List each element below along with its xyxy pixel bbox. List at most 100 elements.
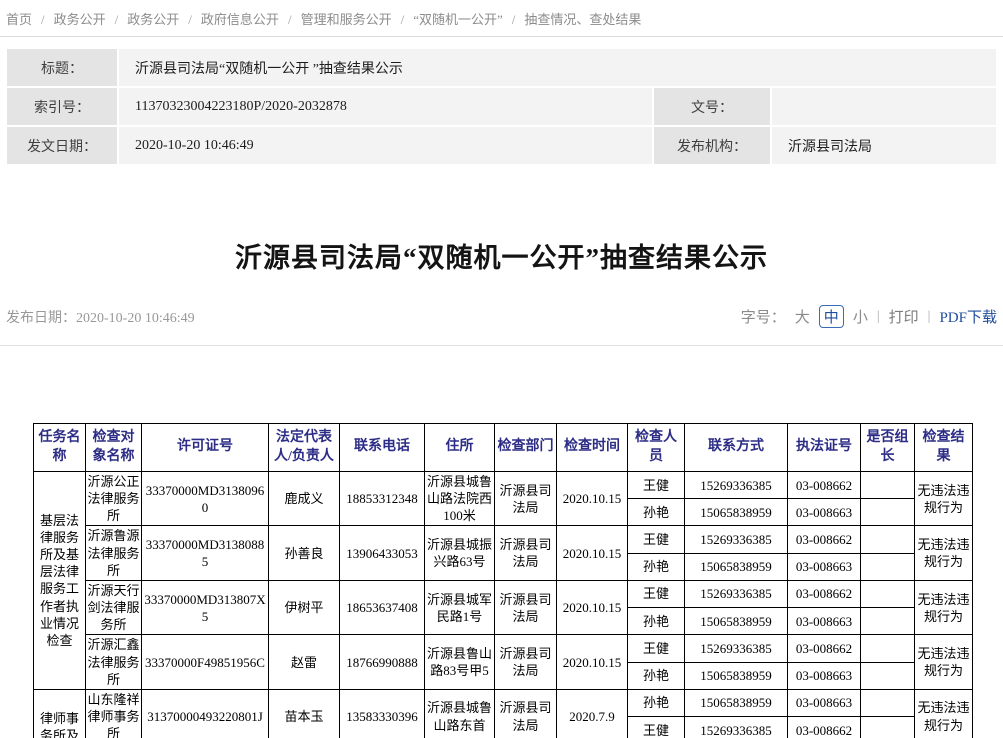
cell-inspector-name: 王健 bbox=[628, 580, 685, 607]
cell-inspect-date: 2020.10.15 bbox=[557, 580, 628, 634]
cell-is-leader bbox=[861, 553, 915, 580]
column-header: 联系电话 bbox=[340, 424, 425, 472]
cell-inspector-name: 王健 bbox=[628, 635, 685, 662]
cell-inspector-name: 孙艳 bbox=[628, 689, 685, 716]
fontsize-small-button[interactable]: 小 bbox=[853, 306, 868, 327]
header-row: 任务名称检查对象名称许可证号法定代表人/负责人联系电话住所检查部门检查时间检查人… bbox=[34, 424, 973, 472]
publish-date-label: 发布日期： bbox=[6, 311, 76, 326]
column-header: 住所 bbox=[425, 424, 495, 472]
toolbar-divider: | bbox=[928, 309, 931, 325]
cell-inspector-name: 孙艳 bbox=[628, 608, 685, 635]
cell-inspector-cert: 03-008662 bbox=[788, 635, 861, 662]
breadcrumb-item[interactable]: 抽查情况、查处结果 bbox=[524, 12, 641, 27]
breadcrumb-separator: / bbox=[188, 12, 192, 27]
breadcrumb-item[interactable]: 政府信息公开 bbox=[201, 12, 279, 27]
cell-inspect-result: 无违法违规行为 bbox=[915, 635, 973, 689]
cell-inspect-result: 无违法违规行为 bbox=[915, 689, 973, 738]
column-header: 任务名称 bbox=[34, 424, 86, 472]
page-title: 沂源县司法局“双随机一公开”抽查结果公示 bbox=[0, 236, 1003, 275]
cell-inspector-contact: 15269336385 bbox=[685, 472, 788, 499]
inspection-results-table: 任务名称检查对象名称许可证号法定代表人/负责人联系电话住所检查部门检查时间检查人… bbox=[33, 423, 973, 738]
breadcrumb-separator: / bbox=[115, 12, 119, 27]
column-header: 许可证号 bbox=[142, 424, 269, 472]
meta-value-index: 11370323004223180P/2020-2032878 bbox=[119, 88, 652, 125]
cell-is-leader bbox=[861, 526, 915, 553]
breadcrumb-item[interactable]: 政务公开 bbox=[54, 12, 106, 27]
fontsize-label: 字号： bbox=[741, 306, 786, 327]
fontsize-large-button[interactable]: 大 bbox=[795, 306, 810, 327]
toolbar: 字号： 大 中 小 | 打印 | PDF下载 bbox=[741, 305, 997, 328]
breadcrumb: 首页/政务公开/政务公开/政府信息公开/管理和服务公开/“双随机一公开”/抽查情… bbox=[0, 0, 1003, 37]
cell-inspector-name: 王健 bbox=[628, 526, 685, 553]
print-button[interactable]: 打印 bbox=[889, 306, 919, 327]
meta-label-title: 标题： bbox=[7, 49, 117, 86]
meta-label-docno: 文号： bbox=[654, 88, 770, 125]
cell-inspector-contact: 15269336385 bbox=[685, 580, 788, 607]
cell-phone: 13906433053 bbox=[340, 526, 425, 580]
pdf-download-button[interactable]: PDF下载 bbox=[939, 306, 997, 327]
column-header: 检查时间 bbox=[557, 424, 628, 472]
meta-label-org: 发布机构： bbox=[654, 127, 770, 164]
publish-row: 发布日期：2020-10-20 10:46:49 字号： 大 中 小 | 打印 … bbox=[6, 305, 997, 328]
meta-value-date: 2020-10-20 10:46:49 bbox=[119, 127, 652, 164]
column-header: 执法证号 bbox=[788, 424, 861, 472]
cell-inspector-name: 孙艳 bbox=[628, 662, 685, 689]
column-header: 检查人员 bbox=[628, 424, 685, 472]
cell-inspector-contact: 15065838959 bbox=[685, 689, 788, 716]
cell-inspector-contact: 15065838959 bbox=[685, 662, 788, 689]
publish-date-value: 2020-10-20 10:46:49 bbox=[76, 311, 195, 326]
cell-inspector-cert: 03-008662 bbox=[788, 717, 861, 738]
meta-info-table: 标题： 沂源县司法局“双随机一公开 ”抽查结果公示 索引号： 113703230… bbox=[5, 47, 998, 166]
breadcrumb-item[interactable]: 管理和服务公开 bbox=[301, 12, 392, 27]
cell-inspector-cert: 03-008662 bbox=[788, 526, 861, 553]
cell-license-number: 33370000MD313807X5 bbox=[142, 580, 269, 634]
cell-is-leader bbox=[861, 662, 915, 689]
breadcrumb-item[interactable]: 首页 bbox=[6, 12, 32, 27]
toolbar-divider: | bbox=[877, 309, 880, 325]
cell-inspector-cert: 03-008663 bbox=[788, 662, 861, 689]
cell-inspect-result: 无违法违规行为 bbox=[915, 580, 973, 634]
breadcrumb-separator: / bbox=[401, 12, 405, 27]
cell-legal-representative: 苗本玉 bbox=[269, 689, 340, 738]
cell-inspector-contact: 15269336385 bbox=[685, 526, 788, 553]
cell-inspector-contact: 15269336385 bbox=[685, 635, 788, 662]
cell-object-name: 沂源天行剑法律服务所 bbox=[86, 580, 142, 634]
meta-label-date: 发文日期： bbox=[7, 127, 117, 164]
cell-inspector-contact: 15065838959 bbox=[685, 553, 788, 580]
cell-phone: 13583330396 bbox=[340, 689, 425, 738]
table-row: 沂源鲁源法律服务所33370000MD31380885孙善良1390643305… bbox=[34, 526, 973, 553]
column-header: 检查部门 bbox=[495, 424, 557, 472]
cell-inspect-department: 沂源县司法局 bbox=[495, 580, 557, 634]
cell-inspector-name: 孙艳 bbox=[628, 553, 685, 580]
cell-inspect-date: 2020.10.15 bbox=[557, 472, 628, 526]
cell-inspector-name: 王健 bbox=[628, 717, 685, 738]
cell-phone: 18853312348 bbox=[340, 472, 425, 526]
cell-object-name: 沂源汇鑫法律服务所 bbox=[86, 635, 142, 689]
cell-address: 沂源县城振兴路63号 bbox=[425, 526, 495, 580]
cell-phone: 18653637408 bbox=[340, 580, 425, 634]
column-header: 检查结果 bbox=[915, 424, 973, 472]
cell-address: 沂源县城鲁山路法院西100米 bbox=[425, 472, 495, 526]
cell-inspector-contact: 15269336385 bbox=[685, 717, 788, 738]
fontsize-medium-button[interactable]: 中 bbox=[819, 305, 844, 328]
cell-inspector-cert: 03-008663 bbox=[788, 499, 861, 526]
cell-object-name: 沂源公正法律服务所 bbox=[86, 472, 142, 526]
breadcrumb-item[interactable]: 政务公开 bbox=[127, 12, 179, 27]
cell-inspector-cert: 03-008662 bbox=[788, 580, 861, 607]
publish-date: 发布日期：2020-10-20 10:46:49 bbox=[6, 307, 195, 327]
cell-address: 沂源县城军民路1号 bbox=[425, 580, 495, 634]
cell-legal-representative: 鹿成义 bbox=[269, 472, 340, 526]
cell-legal-representative: 赵雷 bbox=[269, 635, 340, 689]
cell-license-number: 33370000F49851956C bbox=[142, 635, 269, 689]
meta-value-docno bbox=[772, 88, 996, 125]
table-row: 律师事务所及律师执业情况检查山东隆祥律师事务所31370000493220801… bbox=[34, 689, 973, 716]
cell-inspect-date: 2020.10.15 bbox=[557, 635, 628, 689]
cell-license-number: 33370000MD31380960 bbox=[142, 472, 269, 526]
cell-inspector-cert: 03-008663 bbox=[788, 608, 861, 635]
cell-object-name: 沂源鲁源法律服务所 bbox=[86, 526, 142, 580]
cell-inspect-department: 沂源县司法局 bbox=[495, 635, 557, 689]
breadcrumb-item[interactable]: “双随机一公开” bbox=[413, 12, 503, 27]
cell-address: 沂源县鲁山路83号甲5 bbox=[425, 635, 495, 689]
column-header: 联系方式 bbox=[685, 424, 788, 472]
column-header: 法定代表人/负责人 bbox=[269, 424, 340, 472]
